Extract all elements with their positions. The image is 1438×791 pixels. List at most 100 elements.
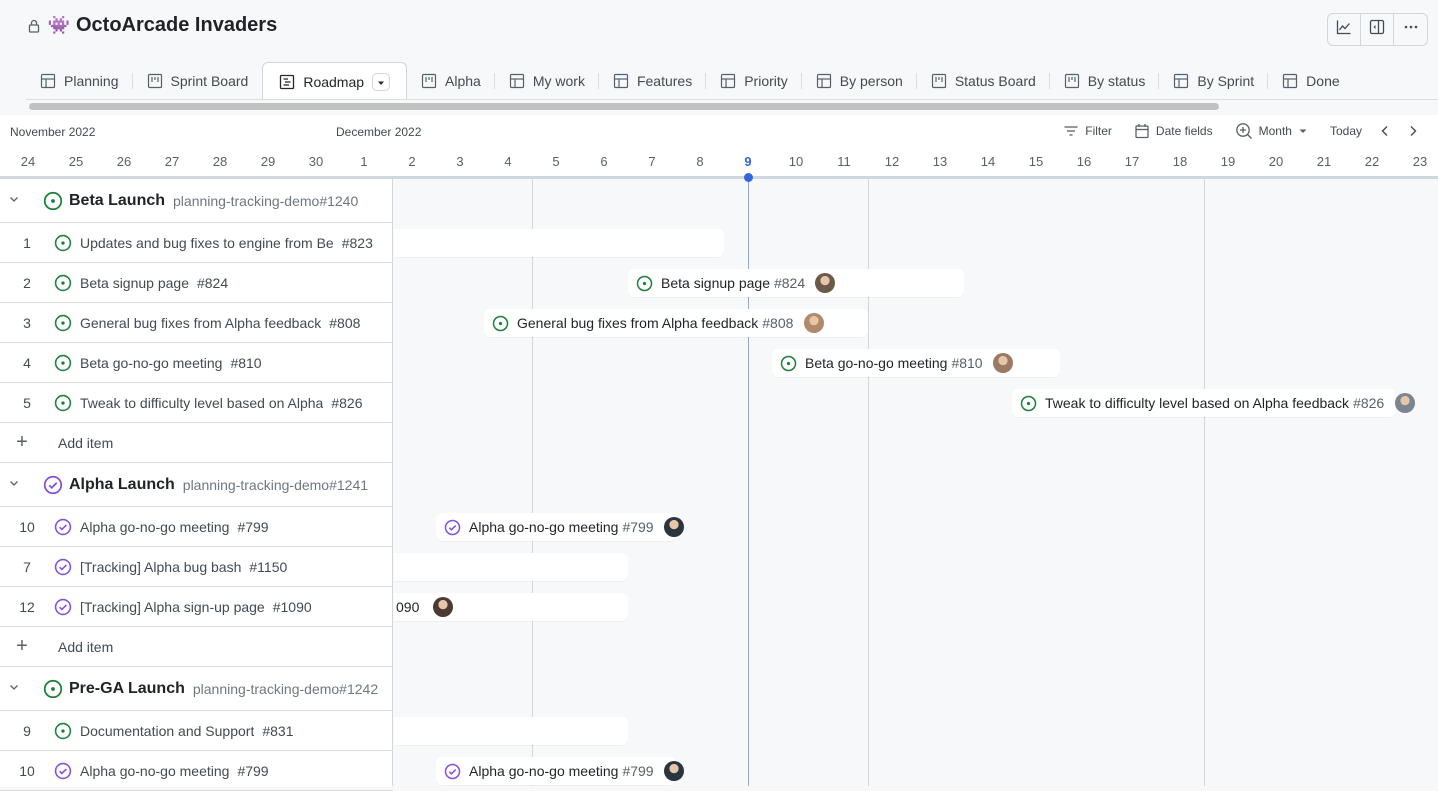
tab-label: Status Board [954, 73, 1036, 89]
open-issue-icon [43, 679, 63, 699]
add-item-button[interactable]: + Add item [0, 627, 393, 667]
item-issue-number: #808 [329, 314, 361, 331]
roadmap-bar[interactable] [394, 717, 628, 745]
group-name[interactable]: Beta Launch [69, 192, 165, 210]
more-options-button[interactable] [1394, 14, 1427, 45]
day-label: 19 [1220, 154, 1236, 169]
table-row[interactable]: 10 Alpha go-no-go meeting #799 [0, 507, 393, 547]
table-row[interactable]: 9 Documentation and Support #831 [0, 711, 393, 751]
today-date-label: 9 [744, 154, 752, 169]
bar-issue-number: #799 [622, 519, 654, 535]
closed-issue-icon [54, 558, 72, 576]
tabs-horizontal-scrollbar[interactable] [29, 103, 1219, 110]
table-row[interactable]: 5 Tweak to difficulty level based on Alph… [0, 383, 393, 423]
assignee-avatar[interactable] [663, 517, 684, 537]
tab-by-status[interactable]: By status [1050, 62, 1160, 100]
group-header[interactable]: Alpha Launch planning-tracking-demo#1241 [0, 463, 393, 507]
item-title[interactable]: Tweak to difficulty level based on Alpha [80, 395, 323, 411]
tab-by-person[interactable]: By person [802, 62, 917, 100]
lock-icon [26, 18, 42, 34]
day-label: 29 [260, 154, 276, 169]
tab-my-work[interactable]: My work [495, 62, 600, 100]
add-item-button[interactable]: + Add item [0, 423, 393, 463]
roadmap-bar[interactable]: Beta go-no-go meeting #810 [772, 349, 1060, 377]
roadmap-bar[interactable]: Alpha go-no-go meeting #799 [436, 757, 676, 785]
item-title[interactable]: General bug fixes from Alpha feedback [80, 315, 321, 331]
today-button[interactable]: Today [1330, 124, 1362, 138]
tab-features[interactable]: Features [599, 62, 707, 100]
insights-button[interactable] [1328, 14, 1361, 45]
table-row[interactable]: 2 Beta signup page #824 [0, 263, 393, 303]
next-period-button[interactable] [1408, 125, 1418, 137]
item-issue-number: #799 [237, 762, 269, 779]
tab-alpha[interactable]: Alpha [407, 62, 495, 100]
project-title[interactable]: OctoArcade Invaders [76, 14, 277, 37]
tab-done[interactable]: Done [1268, 62, 1353, 100]
item-title[interactable]: Beta signup page [80, 275, 189, 291]
tab-label: By person [839, 73, 903, 89]
day-label: 15 [1028, 154, 1044, 169]
roadmap-bar[interactable] [394, 229, 724, 257]
tab-planning[interactable]: Planning [26, 62, 133, 100]
assignee-avatar[interactable] [663, 761, 684, 781]
tab-sprint-board[interactable]: Sprint Board [133, 62, 263, 100]
table-row[interactable]: 4 Beta go-no-go meeting #810 [0, 343, 393, 383]
tabs-divider [26, 99, 1438, 100]
add-item-label: Add item [58, 638, 114, 655]
table-row[interactable]: 1 Updates and bug fixes to engine from Be… [0, 223, 393, 263]
item-title[interactable]: Alpha go-no-go meeting [80, 519, 229, 535]
zoom-level-dropdown[interactable]: Month [1235, 122, 1308, 140]
item-title[interactable]: Updates and bug fixes to engine from Be [80, 235, 334, 251]
tab-priority[interactable]: Priority [706, 62, 802, 100]
table-row[interactable]: 10 Alpha go-no-go meeting #799 [0, 751, 393, 791]
item-title[interactable]: Beta go-no-go meeting [80, 355, 222, 371]
previous-period-button[interactable] [1380, 125, 1390, 137]
day-label: 5 [552, 154, 560, 169]
assignee-avatar[interactable] [992, 353, 1013, 373]
roadmap-bar[interactable]: 090 [394, 593, 628, 621]
side-panel-button[interactable] [1361, 14, 1394, 45]
item-title[interactable]: [Tracking] Alpha sign-up page [80, 599, 265, 615]
tab-by-sprint[interactable]: By Sprint [1159, 62, 1268, 100]
group-name[interactable]: Alpha Launch [69, 476, 175, 494]
collapse-group-button[interactable] [0, 192, 28, 210]
table-row[interactable]: 7 [Tracking] Alpha bug bash #1150 [0, 547, 393, 587]
filter-button[interactable]: Filter [1063, 123, 1112, 139]
group-header[interactable]: Beta Launch planning-tracking-demo#1240 [0, 179, 393, 223]
roadmap-bar[interactable]: Alpha go-no-go meeting #799 [436, 513, 676, 541]
item-issue-number: #831 [262, 722, 294, 739]
group-name[interactable]: Pre-GA Launch [69, 680, 185, 698]
open-issue-icon [54, 274, 72, 292]
table-row[interactable]: 12 [Tracking] Alpha sign-up page #1090 [0, 587, 393, 627]
assignee-avatar[interactable] [1394, 393, 1415, 413]
item-title[interactable]: Documentation and Support [80, 723, 254, 739]
tab-label: Features [636, 73, 693, 89]
date-fields-button[interactable]: Date fields [1134, 123, 1213, 139]
row-number: 1 [23, 234, 31, 251]
bar-issue-number: #810 [951, 355, 983, 371]
collapse-group-button[interactable] [0, 476, 28, 494]
tab-status-board[interactable]: Status Board [917, 62, 1050, 100]
collapse-group-button[interactable] [0, 680, 28, 698]
bar-title: Alpha go-no-go meeting [469, 519, 619, 535]
roadmap-bar[interactable]: Beta signup page #824 [628, 269, 964, 297]
view-tabs: Planning Sprint Board Roadmap Alpha My work F… [26, 62, 1354, 100]
group-header[interactable]: Pre-GA Launch planning-tracking-demo#1242 [0, 667, 393, 711]
open-issue-icon [54, 394, 72, 412]
view-options-button[interactable] [372, 72, 391, 91]
day-label: 4 [504, 154, 512, 169]
bar-issue-number: #799 [622, 763, 654, 779]
open-issue-icon [54, 314, 72, 332]
bar-title: Beta signup page [661, 275, 770, 291]
project-header: 👾 OctoArcade Invaders [0, 0, 1438, 60]
today-marker-dot [744, 173, 753, 182]
assignee-avatar[interactable] [815, 273, 836, 293]
table-row[interactable]: 3 General bug fixes from Alpha feedback #8… [0, 303, 393, 343]
week-gridline [1204, 179, 1205, 786]
item-title[interactable]: [Tracking] Alpha bug bash [80, 559, 241, 575]
roadmap-bar[interactable] [394, 553, 628, 581]
roadmap-bar[interactable]: Tweak to difficulty level based on Alpha… [1012, 389, 1396, 417]
tab-roadmap[interactable]: Roadmap [262, 62, 408, 100]
item-title[interactable]: Alpha go-no-go meeting [80, 763, 229, 779]
day-label: 11 [837, 154, 851, 169]
